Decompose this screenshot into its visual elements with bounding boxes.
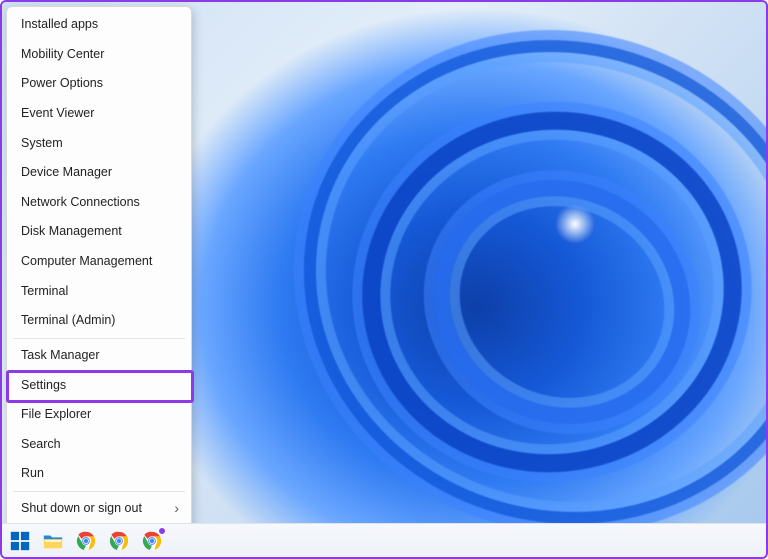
winx-item-shut-down-or-sign-out[interactable]: Shut down or sign out [7, 494, 191, 524]
winx-item-search[interactable]: Search [7, 430, 191, 460]
winx-item-label: Installed apps [21, 17, 98, 31]
winx-item-label: Network Connections [21, 195, 140, 209]
chrome-icon [75, 530, 97, 552]
winx-item-label: Run [21, 466, 44, 480]
chrome-taskbar-icon-2[interactable] [107, 529, 131, 553]
winx-item-label: Search [21, 437, 61, 451]
winx-item-disk-management[interactable]: Disk Management [7, 217, 191, 247]
winx-item-label: Terminal [21, 284, 68, 298]
winx-item-run[interactable]: Run [7, 459, 191, 489]
winx-item-label: Terminal (Admin) [21, 313, 115, 327]
winx-item-label: Task Manager [21, 348, 100, 362]
winx-item-label: File Explorer [21, 407, 91, 421]
winx-item-device-manager[interactable]: Device Manager [7, 158, 191, 188]
winx-context-menu: Installed apps Mobility Center Power Optio… [6, 6, 192, 557]
winx-item-network-connections[interactable]: Network Connections [7, 188, 191, 218]
winx-item-event-viewer[interactable]: Event Viewer [7, 99, 191, 129]
winx-item-terminal[interactable]: Terminal [7, 277, 191, 307]
winx-item-label: Device Manager [21, 165, 112, 179]
winx-item-label: Computer Management [21, 254, 152, 268]
windows-logo-icon [9, 530, 31, 552]
winx-item-label: Mobility Center [21, 47, 104, 61]
start-button[interactable] [8, 529, 32, 553]
menu-separator [13, 491, 185, 492]
winx-item-mobility-center[interactable]: Mobility Center [7, 40, 191, 70]
winx-item-label: Shut down or sign out [21, 501, 142, 515]
notification-badge-icon [158, 527, 166, 535]
chrome-taskbar-icon-1[interactable] [74, 529, 98, 553]
winx-item-power-options[interactable]: Power Options [7, 69, 191, 99]
winx-item-task-manager[interactable]: Task Manager [7, 341, 191, 371]
winx-item-label: Settings [21, 378, 66, 392]
taskbar [2, 523, 766, 557]
winx-item-settings[interactable]: Settings [7, 371, 191, 401]
winx-item-label: Disk Management [21, 224, 122, 238]
winx-item-file-explorer[interactable]: File Explorer [7, 400, 191, 430]
winx-item-installed-apps[interactable]: Installed apps [7, 10, 191, 40]
winx-item-terminal-admin[interactable]: Terminal (Admin) [7, 306, 191, 336]
winx-item-computer-management[interactable]: Computer Management [7, 247, 191, 277]
screenshot-frame: Installed apps Mobility Center Power Optio… [0, 0, 768, 559]
winx-item-label: Event Viewer [21, 106, 94, 120]
winx-item-label: System [21, 136, 63, 150]
winx-item-system[interactable]: System [7, 129, 191, 159]
winx-item-label: Power Options [21, 76, 103, 90]
chrome-icon [108, 530, 130, 552]
folder-icon [42, 530, 64, 552]
file-explorer-taskbar-icon[interactable] [41, 529, 65, 553]
menu-separator [13, 338, 185, 339]
